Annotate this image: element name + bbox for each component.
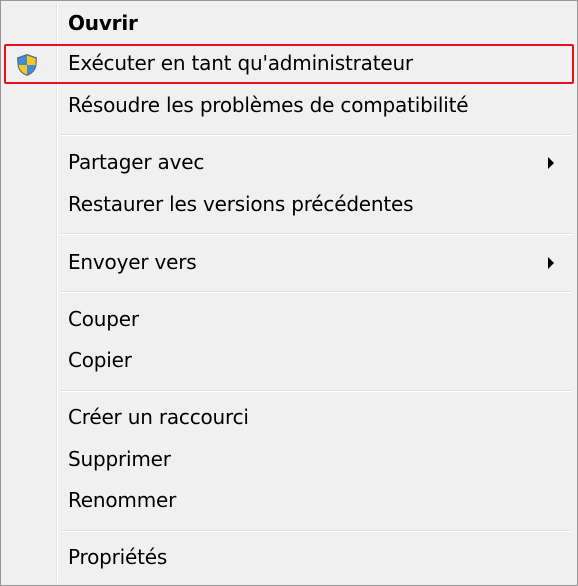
menu-item-label: Renommer — [68, 488, 177, 513]
menu-item-rename[interactable]: Renommer — [4, 481, 574, 521]
menu-item-properties[interactable]: Propriétés — [4, 538, 574, 578]
menu-item-run-as-administrator[interactable]: Exécuter en tant qu'administrateur — [4, 44, 574, 84]
menu-item-label: Créer un raccourci — [68, 405, 249, 430]
menu-separator — [61, 233, 572, 235]
menu-separator — [61, 390, 572, 392]
menu-item-copy[interactable]: Copier — [4, 341, 574, 381]
menu-item-label: Copier — [68, 348, 132, 373]
menu-item-delete[interactable]: Supprimer — [4, 440, 574, 480]
menu-separator — [61, 291, 572, 293]
menu-item-label: Ouvrir — [68, 11, 138, 36]
menu-item-label: Partager avec — [68, 150, 205, 175]
menu-item-send-to[interactable]: Envoyer vers — [4, 243, 574, 283]
menu-item-label: Couper — [68, 307, 139, 332]
menu-separator — [61, 530, 572, 532]
menu-item-label: Restaurer les versions précédentes — [68, 192, 414, 217]
menu-item-share-with[interactable]: Partager avec — [4, 143, 574, 183]
menu-item-label: Envoyer vers — [68, 250, 197, 275]
submenu-arrow-icon — [548, 257, 554, 269]
context-menu: Ouvrir Exécuter en tant qu'administrateu… — [0, 0, 578, 586]
menu-item-cut[interactable]: Couper — [4, 300, 574, 340]
menu-item-open[interactable]: Ouvrir — [4, 4, 574, 44]
menu-item-label: Exécuter en tant qu'administrateur — [68, 51, 413, 76]
menu-item-label: Supprimer — [68, 447, 171, 472]
menu-item-restore-previous-versions[interactable]: Restaurer les versions précédentes — [4, 185, 574, 225]
menu-separator — [61, 134, 572, 136]
uac-shield-icon — [15, 53, 39, 77]
menu-item-label: Propriétés — [68, 545, 168, 570]
menu-item-label: Résoudre les problèmes de compatibilité — [68, 93, 469, 118]
menu-item-create-shortcut[interactable]: Créer un raccourci — [4, 398, 574, 438]
menu-item-troubleshoot-compatibility[interactable]: Résoudre les problèmes de compatibilité — [4, 86, 574, 126]
submenu-arrow-icon — [548, 157, 554, 169]
